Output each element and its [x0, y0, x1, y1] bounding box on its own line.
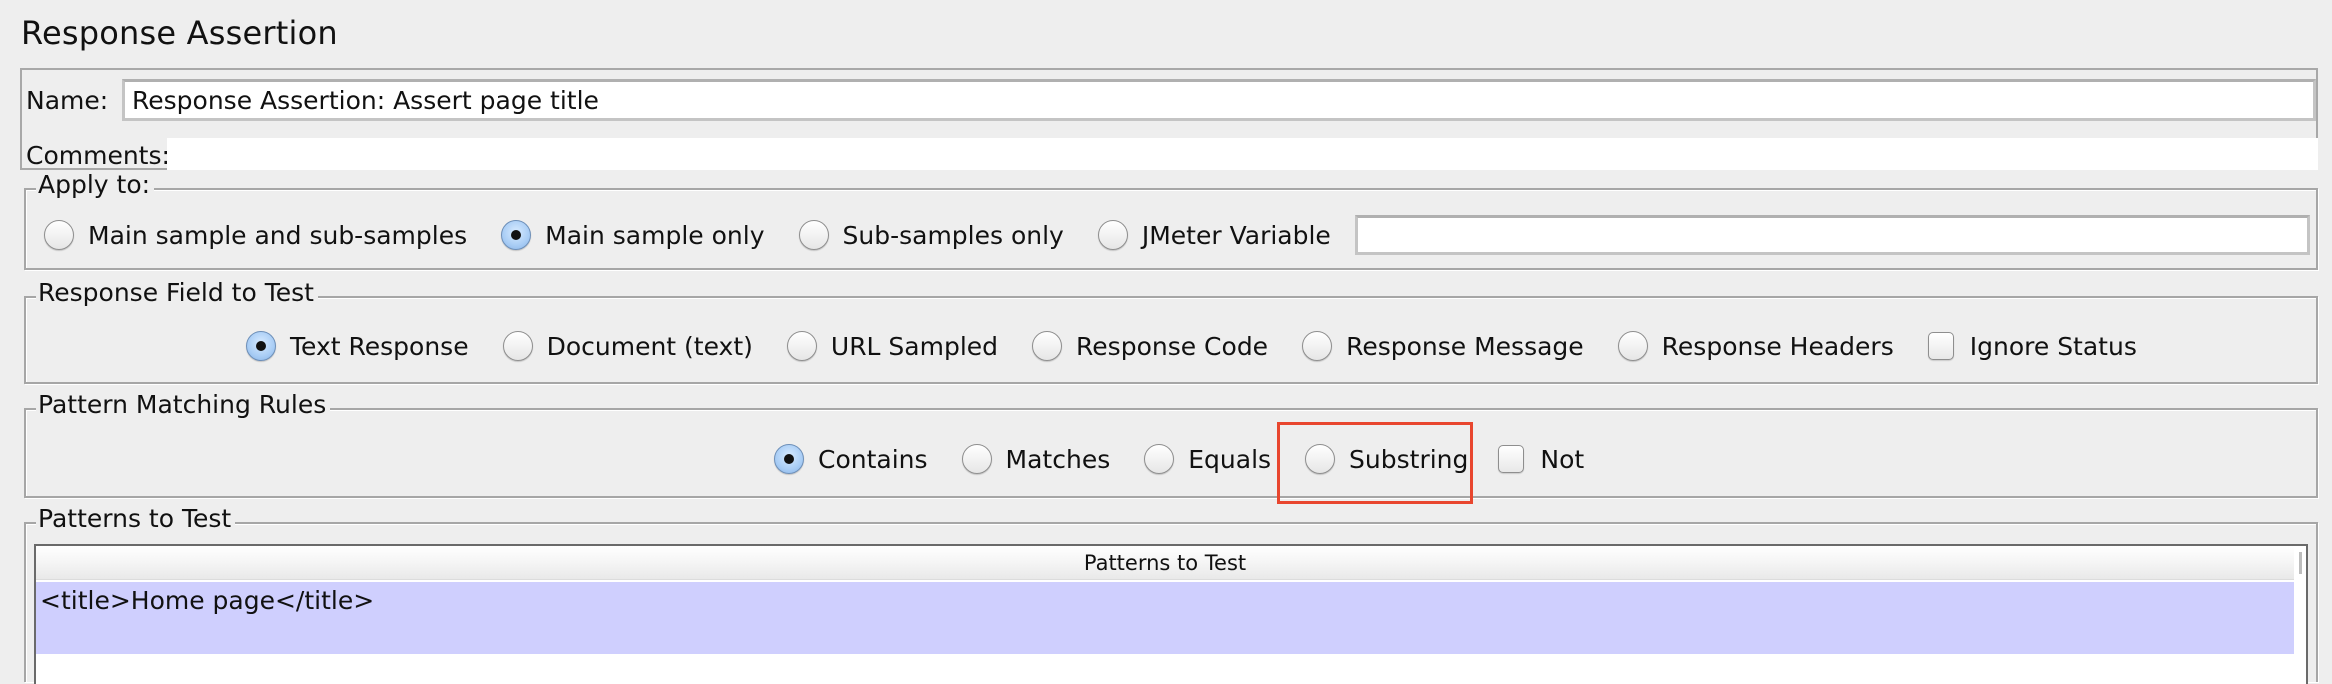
- scrollbar[interactable]: [2299, 552, 2302, 574]
- radio-label: Main sample only: [545, 220, 765, 250]
- table-row[interactable]: <title>Home page</title>: [36, 582, 2294, 654]
- radio-label: URL Sampled: [830, 331, 999, 361]
- radio-icon[interactable]: [1097, 220, 1128, 250]
- apply-to-title: Apply to:: [36, 170, 155, 200]
- radio-url-sampled[interactable]: URL Sampled: [786, 331, 999, 361]
- radio-icon[interactable]: [1032, 331, 1063, 361]
- checkbox-label: Not: [1540, 444, 1585, 474]
- column-header-patterns[interactable]: Patterns to Test: [36, 546, 2294, 580]
- radio-label: Substring: [1349, 444, 1469, 474]
- radio-response-message[interactable]: Response Message: [1302, 331, 1584, 361]
- pattern-matching-rules-group: Pattern Matching Rules Contains Matches …: [24, 390, 2318, 498]
- radio-checked-icon[interactable]: [774, 444, 804, 474]
- radio-icon[interactable]: [1302, 331, 1333, 361]
- radio-jmeter-variable[interactable]: JMeter Variable: [1097, 220, 1331, 250]
- radio-label: Main sample and sub-samples: [88, 220, 468, 250]
- radio-icon[interactable]: [1617, 331, 1648, 361]
- name-input[interactable]: [122, 79, 2316, 121]
- radio-sub-samples-only[interactable]: Sub-samples only: [798, 220, 1064, 250]
- page-title: Response Assertion: [21, 14, 338, 52]
- patterns-table: Patterns to Test <title>Home page</title…: [34, 544, 2308, 684]
- radio-icon[interactable]: [798, 220, 829, 250]
- radio-equals[interactable]: Equals: [1144, 444, 1271, 474]
- checkbox-ignore-status[interactable]: Ignore Status: [1927, 331, 2137, 361]
- comments-input[interactable]: [167, 138, 2318, 170]
- radio-label: JMeter Variable: [1141, 220, 1331, 250]
- radio-response-code[interactable]: Response Code: [1032, 331, 1268, 361]
- radio-contains[interactable]: Contains: [774, 444, 928, 474]
- radio-checked-icon[interactable]: [501, 220, 532, 250]
- apply-to-group: Apply to: Main sample and sub-samples Ma…: [24, 170, 2318, 270]
- radio-document-text[interactable]: Document (text): [502, 331, 753, 361]
- comments-label: Comments:: [26, 141, 170, 170]
- pattern-matching-rules-title: Pattern Matching Rules: [36, 390, 331, 420]
- radio-response-headers[interactable]: Response Headers: [1617, 331, 1894, 361]
- patterns-to-test-title: Patterns to Test: [36, 504, 236, 534]
- radio-icon[interactable]: [44, 220, 74, 250]
- radio-icon[interactable]: [1305, 444, 1336, 474]
- radio-label: Response Headers: [1661, 331, 1894, 361]
- radio-icon[interactable]: [1144, 444, 1175, 474]
- radio-icon[interactable]: [961, 444, 992, 474]
- radio-main-sample-only[interactable]: Main sample only: [501, 220, 765, 250]
- checkbox-icon[interactable]: [1498, 445, 1525, 473]
- jmeter-variable-input[interactable]: [1354, 215, 2310, 255]
- radio-label: Contains: [818, 444, 928, 474]
- response-field-group: Response Field to Test Text Response Doc…: [24, 278, 2318, 384]
- radio-substring[interactable]: Substring: [1305, 444, 1468, 474]
- name-comments-panel: Name: Comments:: [20, 68, 2318, 170]
- radio-label: Equals: [1188, 444, 1272, 474]
- radio-icon[interactable]: [786, 331, 817, 361]
- checkbox-label: Ignore Status: [1969, 331, 2137, 361]
- radio-main-and-sub-samples[interactable]: Main sample and sub-samples: [44, 220, 467, 250]
- radio-checked-icon[interactable]: [246, 331, 276, 361]
- radio-label: Text Response: [290, 331, 469, 361]
- patterns-to-test-group: Patterns to Test Patterns to Test <title…: [24, 504, 2318, 684]
- radio-icon[interactable]: [502, 331, 533, 361]
- radio-matches[interactable]: Matches: [961, 444, 1111, 474]
- name-label: Name:: [26, 86, 109, 115]
- checkbox-icon[interactable]: [1927, 332, 1954, 360]
- radio-label: Response Code: [1076, 331, 1269, 361]
- radio-label: Document (text): [546, 331, 753, 361]
- response-field-title: Response Field to Test: [36, 278, 318, 308]
- checkbox-not[interactable]: Not: [1498, 445, 1584, 474]
- radio-label: Response Message: [1346, 331, 1584, 361]
- radio-label: Sub-samples only: [842, 220, 1064, 250]
- radio-text-response[interactable]: Text Response: [246, 331, 469, 361]
- radio-label: Matches: [1005, 444, 1111, 474]
